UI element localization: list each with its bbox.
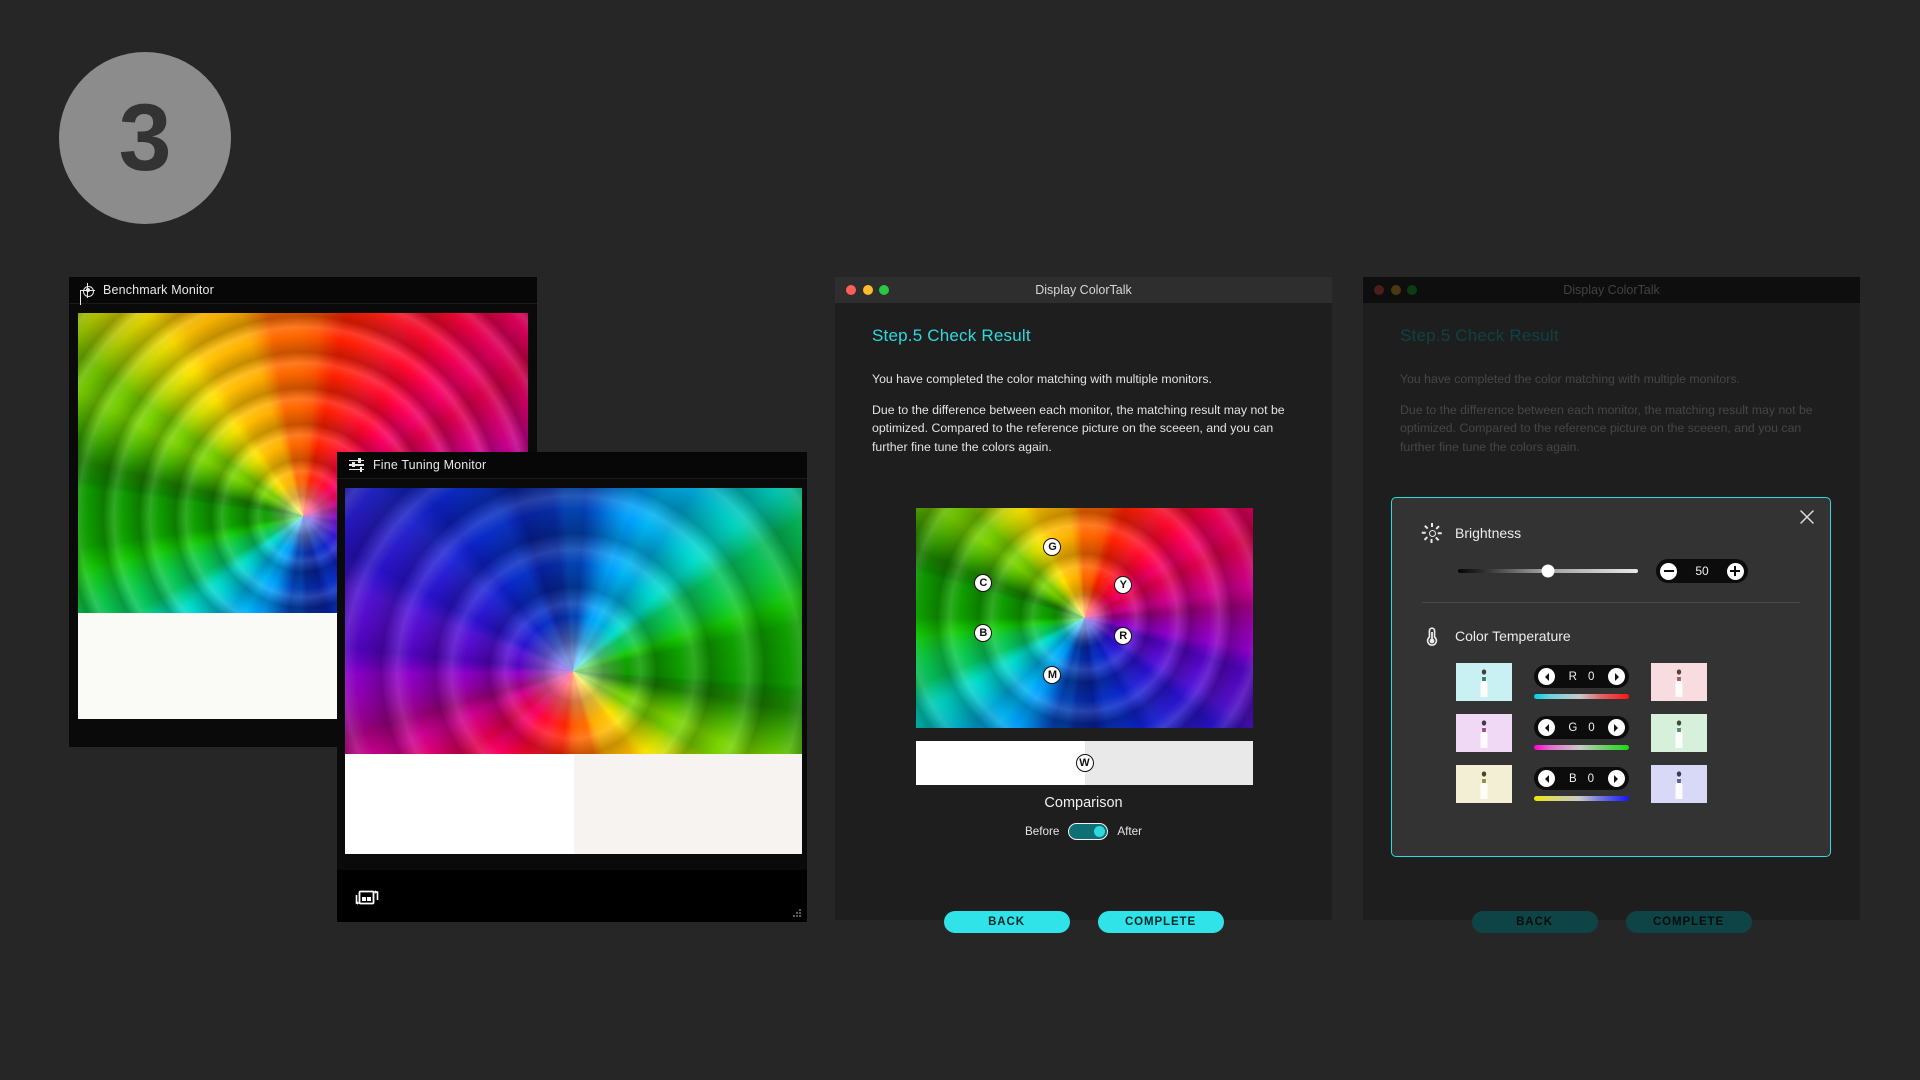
dialog-divider [1422, 602, 1800, 603]
benchmark-monitor-titlebar[interactable]: Benchmark Monitor [69, 277, 537, 304]
rgb-row-b: B0 [1456, 765, 1830, 803]
complete-button[interactable]: COMPLETE [1097, 911, 1224, 933]
colortalk-titlebar-dimmed[interactable]: Display ColorTalk [1363, 277, 1860, 303]
g-stepper: G0 [1534, 716, 1629, 739]
resize-grip-icon[interactable] [791, 907, 801, 917]
color-marker-c[interactable]: C [974, 573, 993, 592]
sun-icon [1422, 523, 1443, 543]
b-increase-button[interactable] [1607, 770, 1625, 787]
benchmark-monitor-title: Benchmark Monitor [103, 283, 214, 297]
g-increase-button[interactable] [1607, 719, 1625, 736]
page-title: Step.5 Check Result [872, 326, 1031, 345]
r-channel-name: R [1568, 670, 1577, 683]
colortalk-window-title-dimmed: Display ColorTalk [1563, 283, 1660, 297]
white-reference-strip: W [916, 741, 1253, 785]
brightness-value: 50 [1695, 564, 1709, 578]
g-gradient-bar[interactable] [1534, 745, 1629, 750]
color-marker-w[interactable]: W [1075, 754, 1094, 772]
colortalk-body: Step.5 Check Result You have completed t… [835, 303, 1332, 933]
toggle-knob [1094, 825, 1106, 837]
rgb-control-g: G0 [1534, 716, 1629, 750]
g-channel-name: G [1568, 721, 1578, 734]
brightness-stepper: 50 [1656, 559, 1748, 583]
fine-tuning-bottom-bar [337, 870, 807, 922]
r-value: 0 [1587, 670, 1595, 683]
step-number-badge: 3 [59, 52, 231, 224]
back-button-dimmed[interactable]: BACK [1471, 911, 1598, 933]
rgb-control-r: R0 [1534, 665, 1629, 699]
action-buttons: BACK COMPLETE [835, 911, 1332, 933]
result-preview-image: G C Y B R M [916, 508, 1253, 728]
b-decrease-button[interactable] [1538, 770, 1555, 787]
detail-paragraph-dimmed: Due to the difference between each monit… [1400, 402, 1813, 455]
rgb-row-r: R0 [1456, 663, 1830, 701]
thumbnail-b-yellow [1456, 765, 1512, 803]
fine-tuning-monitor-title: Fine Tuning Monitor [373, 458, 487, 472]
brightness-increase-button[interactable] [1726, 562, 1744, 580]
colortalk-window-active[interactable]: Display ColorTalk Step.5 Check Result Yo… [835, 277, 1332, 933]
color-marker-y[interactable]: Y [1114, 576, 1133, 594]
r-increase-button[interactable] [1608, 668, 1625, 685]
thermometer-icon [1422, 625, 1442, 647]
color-marker-r[interactable]: R [1114, 626, 1133, 645]
brightness-section-header: Brightness [1392, 523, 1830, 543]
b-stepper: B0 [1534, 767, 1629, 790]
page-title-dimmed: Step.5 Check Result [1400, 326, 1559, 345]
b-value: 0 [1587, 772, 1595, 785]
step-number: 3 [118, 84, 172, 191]
display-settings-dialog: Brightness 50 Color Temperature R 0 G 0 … [1391, 497, 1831, 857]
rgb-control-b: B0 [1534, 767, 1629, 801]
after-label: After [1117, 825, 1143, 838]
color-temperature-section-header: Color Temperature [1392, 625, 1830, 647]
complete-button-dimmed[interactable]: COMPLETE [1625, 911, 1752, 933]
thumbnail-r-warm [1651, 663, 1707, 701]
color-marker-g[interactable]: G [1043, 537, 1062, 556]
brightness-decrease-button[interactable] [1660, 562, 1677, 580]
rgb-controls-grid: R0 G 0 B 0 [1392, 663, 1830, 803]
sliders-icon [349, 457, 364, 472]
brightness-label: Brightness [1455, 525, 1522, 541]
g-decrease-button[interactable] [1538, 719, 1555, 736]
thumbnail-g-green [1651, 714, 1707, 752]
brightness-slider-thumb[interactable] [1541, 564, 1555, 578]
thumbnail-b-blue [1651, 765, 1707, 803]
intro-paragraph: You have completed the color matching wi… [872, 372, 1212, 386]
colortalk-titlebar[interactable]: Display ColorTalk [835, 277, 1332, 303]
comparison-toggle-row: Before After [835, 823, 1332, 840]
g-value: 0 [1588, 721, 1595, 734]
rgb-row-g: G0 [1456, 714, 1830, 752]
close-icon[interactable] [1798, 508, 1816, 526]
detail-paragraph: Due to the difference between each monit… [872, 402, 1285, 455]
before-after-toggle[interactable] [1068, 823, 1109, 840]
colortalk-window-with-dialog[interactable]: Display ColorTalk Step.5 Check Result Yo… [1363, 277, 1860, 933]
intro-paragraph-dimmed: You have completed the color matching wi… [1400, 372, 1740, 386]
r-gradient-bar[interactable] [1534, 694, 1629, 699]
action-buttons-dimmed: BACK COMPLETE [1363, 911, 1860, 933]
brightness-slider[interactable] [1458, 564, 1638, 578]
colortalk-body-dimmed: Step.5 Check Result You have completed t… [1363, 303, 1860, 933]
thumbnail-r-cool [1456, 663, 1512, 701]
b-gradient-bar[interactable] [1534, 796, 1629, 801]
r-decrease-button[interactable] [1538, 668, 1555, 685]
fine-tuning-monitor-window[interactable]: Fine Tuning Monitor [337, 452, 807, 922]
colortalk-window-title: Display ColorTalk [1035, 283, 1132, 297]
back-button[interactable]: BACK [943, 911, 1070, 933]
r-stepper: R0 [1534, 665, 1629, 688]
swap-monitor-icon[interactable] [355, 886, 381, 910]
color-temperature-label: Color Temperature [1455, 628, 1571, 644]
screen-root: 3 Benchmark Monitor Fine Tuning Monitor [0, 0, 1920, 1080]
color-marker-m[interactable]: M [1043, 666, 1062, 685]
crosshair-target-icon [80, 282, 95, 298]
comparison-label: Comparison [1044, 795, 1123, 811]
fine-tuning-monitor-titlebar[interactable]: Fine Tuning Monitor [337, 452, 807, 479]
brightness-control-row: 50 [1392, 559, 1830, 583]
before-label: Before [1024, 825, 1060, 838]
color-marker-b[interactable]: B [974, 624, 993, 643]
fine-tuning-white-bar [345, 754, 802, 854]
b-channel-name: B [1568, 772, 1577, 785]
thumbnail-g-magenta [1456, 714, 1512, 752]
